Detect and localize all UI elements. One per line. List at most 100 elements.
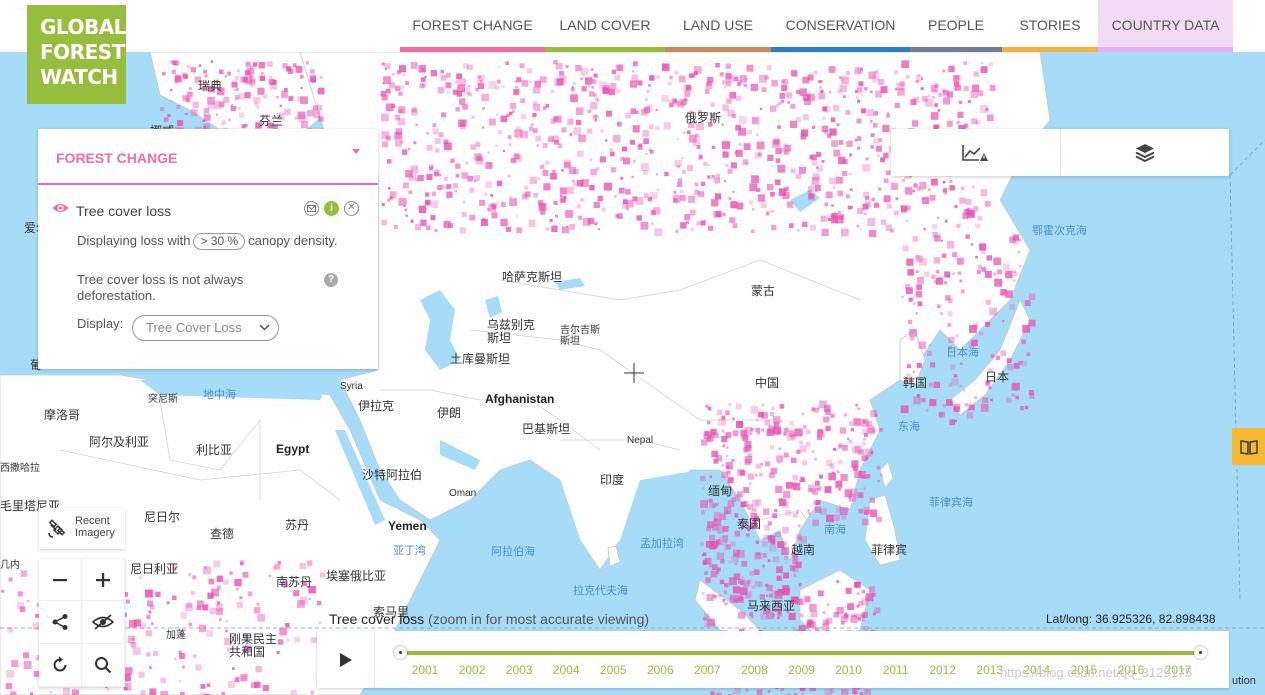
loss-patch (430, 70, 438, 77)
loss-patch (186, 602, 193, 608)
loss-patch (127, 635, 136, 644)
loss-patch (704, 430, 710, 436)
loss-patch (664, 171, 669, 176)
nav-item-forest-change[interactable]: FOREST CHANGE (400, 0, 545, 52)
loss-patch (915, 290, 923, 298)
loss-patch (559, 70, 564, 76)
loss-patch (756, 141, 765, 150)
nav-item-stories[interactable]: STORIES (1002, 0, 1098, 52)
timeline-year-label[interactable]: 2001 (405, 663, 445, 677)
hide-panels-button[interactable] (82, 601, 125, 644)
loss-patch (827, 217, 831, 222)
loss-patch (683, 85, 690, 92)
loss-patch (824, 105, 831, 113)
zoom-out-button[interactable] (39, 559, 82, 601)
question-icon[interactable]: ? (324, 273, 338, 287)
timeline-year-label[interactable]: 2004 (546, 663, 586, 677)
eye-icon[interactable] (52, 202, 69, 214)
loss-patch (307, 560, 313, 566)
loss-patch (715, 455, 722, 462)
timeline-end-handle[interactable] (1194, 646, 1207, 659)
loss-patch (860, 108, 866, 114)
timeline-year-label[interactable]: 2003 (499, 663, 539, 677)
timeline-year-label[interactable]: 2012 (923, 663, 963, 677)
reset-button[interactable] (39, 644, 82, 687)
loss-patch (947, 322, 952, 327)
mail-icon[interactable] (304, 201, 319, 216)
timeline-year-label[interactable]: 2002 (452, 663, 492, 677)
loss-patch (725, 410, 730, 416)
loss-patch (519, 63, 525, 69)
display-select[interactable]: Tree Cover Loss (132, 315, 279, 341)
share-button[interactable] (39, 601, 82, 644)
timeline-start-handle[interactable] (394, 646, 407, 659)
gfw-logo[interactable]: GLOBAL FOREST WATCH (27, 5, 126, 104)
timeline-year-label[interactable]: 2011 (876, 663, 916, 677)
loss-patch (500, 218, 508, 227)
timeline-year-label[interactable]: 2005 (593, 663, 633, 677)
timeline-year-label[interactable]: 2007 (687, 663, 727, 677)
timeline-year-label[interactable]: 2008 (734, 663, 774, 677)
loss-patch (662, 64, 668, 70)
loss-patch (234, 578, 242, 587)
loss-patch (932, 231, 939, 238)
loss-patch (722, 535, 729, 541)
loss-patch (223, 579, 229, 585)
loss-patch (709, 534, 715, 541)
threshold-pill[interactable]: > 30 % (193, 233, 246, 250)
analysis-button[interactable] (891, 129, 1060, 176)
loss-patch (589, 158, 592, 161)
loss-patch (643, 138, 649, 144)
panel-header[interactable]: FOREST CHANGE (38, 129, 378, 185)
timeline-year-label[interactable]: 2009 (782, 663, 822, 677)
play-button[interactable] (317, 631, 375, 688)
loss-patch (779, 404, 785, 409)
nav-item-country-data[interactable]: COUNTRY DATA (1098, 0, 1233, 52)
loss-patch (757, 152, 762, 157)
close-icon[interactable]: ✕ (344, 201, 359, 216)
nav-item-land-cover[interactable]: LAND COVER (545, 0, 665, 52)
recent-imagery-button[interactable]: Recent Imagery (39, 508, 125, 549)
zoom-in-button[interactable] (82, 559, 125, 601)
loss-patch (776, 566, 783, 574)
caret-down-icon[interactable] (352, 149, 360, 154)
search-button[interactable] (82, 644, 125, 687)
loss-patch (955, 84, 961, 91)
loss-patch (505, 61, 510, 65)
loss-patch (290, 689, 298, 695)
share-icon (52, 614, 68, 630)
loss-patch (648, 124, 654, 130)
eye-off-icon (92, 614, 114, 630)
loss-patch (649, 191, 658, 200)
loss-patch (873, 138, 879, 144)
loss-patch (959, 279, 963, 283)
loss-patch (923, 227, 926, 231)
info-icon[interactable]: i (324, 201, 339, 216)
timeline-track[interactable] (394, 646, 1207, 659)
nav-item-people[interactable]: PEOPLE (910, 0, 1002, 52)
loss-patch (276, 112, 285, 121)
loss-patch (771, 210, 774, 213)
loss-patch (930, 178, 938, 186)
loss-patch (440, 75, 447, 81)
loss-patch (767, 559, 771, 562)
layers-button[interactable] (1059, 129, 1230, 176)
loss-patch (742, 434, 749, 441)
nav-item-conservation[interactable]: CONSERVATION (771, 0, 910, 52)
loss-patch (635, 110, 639, 114)
loss-patch (951, 378, 959, 386)
timeline-year-label[interactable]: 2006 (640, 663, 680, 677)
loss-patch (420, 219, 427, 226)
loss-patch (482, 126, 485, 129)
loss-patch (567, 118, 574, 125)
loss-patch (700, 220, 706, 226)
loss-patch (234, 677, 240, 683)
loss-patch (905, 377, 912, 383)
loss-patch (789, 223, 794, 228)
loss-patch (1019, 239, 1022, 242)
loss-patch (953, 406, 960, 413)
nav-item-land-use[interactable]: LAND USE (665, 0, 771, 52)
story-tab[interactable] (1232, 428, 1265, 465)
timeline-year-label[interactable]: 2010 (829, 663, 869, 677)
loss-patch (249, 65, 254, 70)
